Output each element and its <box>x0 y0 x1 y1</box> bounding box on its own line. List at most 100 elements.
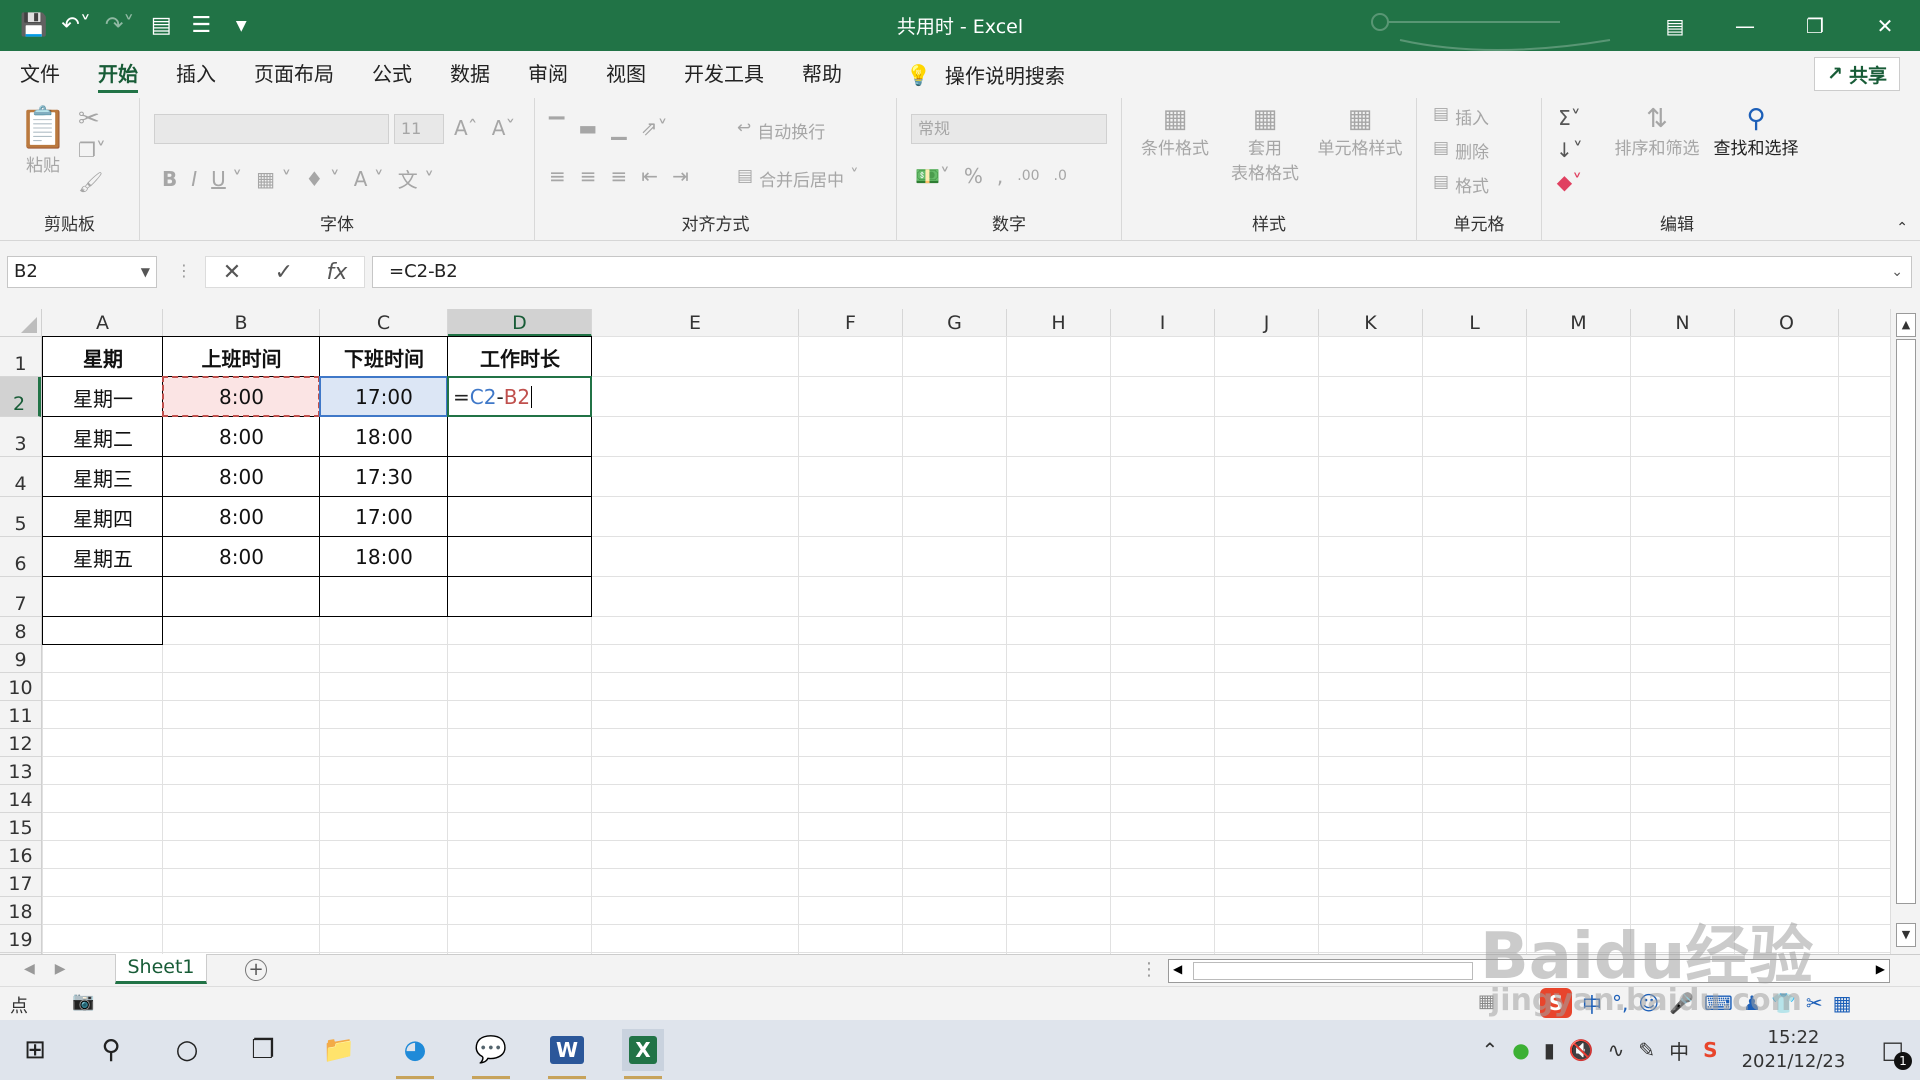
vertical-scrollbar[interactable]: ▲ ▼ <box>1890 309 1920 954</box>
wechat-tray-icon[interactable]: ● <box>1512 1038 1529 1062</box>
wifi-icon[interactable]: ∿ <box>1608 1038 1625 1062</box>
add-sheet-icon[interactable]: + <box>245 959 267 981</box>
scroll-right-icon[interactable]: ▶ <box>1876 962 1885 976</box>
align-top-icon[interactable]: ▔ <box>549 116 564 140</box>
table-cell[interactable] <box>448 417 592 457</box>
punctuation-icon[interactable]: °, <box>1612 991 1628 1015</box>
table-header-cell[interactable]: 下班时间 <box>320 337 448 377</box>
row-header-2[interactable]: 2 <box>0 377 41 417</box>
increase-indent-icon[interactable]: ⇥ <box>672 164 689 188</box>
align-icon[interactable]: ☰ <box>188 13 214 38</box>
table-cell[interactable]: 星期五 <box>43 537 163 577</box>
conditional-format-button[interactable]: ▦ 条件格式 <box>1130 104 1220 159</box>
fill-color-icon[interactable]: ♦ ˅ <box>305 167 339 191</box>
horizontal-scrollbar[interactable]: ◀ ▶ <box>1168 959 1890 983</box>
skin-icon[interactable]: 👕 <box>1771 991 1796 1015</box>
splitter-icon[interactable]: ⋮ <box>1140 959 1158 980</box>
comma-icon[interactable]: , <box>997 164 1003 188</box>
sogou-logo-icon[interactable]: S <box>1540 988 1572 1018</box>
column-header-e[interactable]: E <box>592 309 799 337</box>
ribbon-display-icon[interactable]: ▤ <box>1640 0 1710 51</box>
row-header-5[interactable]: 5 <box>0 497 41 537</box>
clear-icon[interactable]: ◆˅ <box>1557 170 1582 194</box>
save-icon[interactable]: 💾 <box>20 13 47 38</box>
horizontal-scroll-thumb[interactable] <box>1193 962 1473 980</box>
search-icon[interactable]: ⚲ <box>90 1029 132 1071</box>
paste-button[interactable]: 📋 粘贴 <box>18 104 68 176</box>
format-painter-icon[interactable]: 🖌 <box>78 170 103 194</box>
chevron-down-icon[interactable]: ▼ <box>141 257 150 287</box>
row-header-10[interactable]: 10 <box>0 673 41 701</box>
name-box[interactable]: B2 ▼ <box>7 256 157 288</box>
tab-view[interactable]: 视图 <box>606 51 646 98</box>
table-cell[interactable]: 8:00 <box>163 457 320 497</box>
row-header-12[interactable]: 12 <box>0 729 41 757</box>
autosum-icon[interactable]: Σ˅ <box>1558 106 1581 130</box>
row-header-3[interactable]: 3 <box>0 417 41 457</box>
file-explorer-icon[interactable]: 📁 <box>318 1029 360 1071</box>
column-header-n[interactable]: N <box>1631 309 1735 337</box>
row-header-19[interactable]: 19 <box>0 925 41 953</box>
windows-start-icon[interactable]: ⊞ <box>14 1029 56 1071</box>
restore-icon[interactable]: ❐ <box>1780 0 1850 51</box>
column-header-b[interactable]: B <box>163 309 320 337</box>
orientation-icon[interactable]: ⇗˅ <box>641 116 668 140</box>
tab-developer[interactable]: 开发工具 <box>684 51 764 98</box>
sort-filter-button[interactable]: ⇅ 排序和筛选 <box>1612 104 1702 159</box>
row-header-9[interactable]: 9 <box>0 645 41 673</box>
prev-sheet-icon[interactable]: ◀ <box>24 961 35 977</box>
row-header-17[interactable]: 17 <box>0 869 41 897</box>
table-cell[interactable]: 18:00 <box>320 537 448 577</box>
table-cell[interactable]: 星期二 <box>43 417 163 457</box>
row-header-6[interactable]: 6 <box>0 537 41 577</box>
scroll-up-icon[interactable]: ▲ <box>1896 313 1916 337</box>
collapse-ribbon-icon[interactable]: ⌃ <box>1896 220 1908 236</box>
row-header-18[interactable]: 18 <box>0 897 41 925</box>
keyboard-icon[interactable]: ⌨ <box>1704 991 1733 1015</box>
cut-icon[interactable]: ✂ <box>78 104 100 134</box>
user-icon[interactable]: ♟ <box>1743 991 1761 1015</box>
column-header-c[interactable]: C <box>320 309 448 337</box>
column-header-k[interactable]: K <box>1319 309 1423 337</box>
decrease-decimal-icon[interactable]: .0 <box>1054 168 1067 184</box>
column-header-l[interactable]: L <box>1423 309 1527 337</box>
fill-icon[interactable]: ↓˅ <box>1556 138 1583 162</box>
decrease-font-icon[interactable]: Aˇ <box>492 116 516 140</box>
table-cell[interactable]: 18:00 <box>320 417 448 457</box>
table-cell[interactable] <box>448 537 592 577</box>
grid-menu-icon[interactable]: ▦ <box>1833 991 1852 1015</box>
sogou-tray-icon[interactable]: S <box>1703 1038 1717 1062</box>
column-header-m[interactable]: M <box>1527 309 1631 337</box>
find-select-button[interactable]: ⚲ 查找和选择 <box>1708 104 1804 159</box>
table-header-cell[interactable]: 上班时间 <box>163 337 320 377</box>
tab-review[interactable]: 审阅 <box>528 51 568 98</box>
scroll-left-icon[interactable]: ◀ <box>1173 962 1182 976</box>
font-color-icon[interactable]: A ˅ <box>354 167 384 191</box>
tools-icon[interactable]: ✂ <box>1806 991 1823 1015</box>
border-icon[interactable]: ▦ ˅ <box>256 167 291 191</box>
insert-function-icon[interactable]: fx <box>327 260 348 285</box>
tab-home[interactable]: 开始 <box>98 51 138 98</box>
table-cell[interactable]: 星期一 <box>43 377 163 417</box>
minimize-icon[interactable]: — <box>1710 0 1780 51</box>
bold-icon[interactable]: B <box>162 167 177 191</box>
battery-icon[interactable]: ▮ <box>1544 1038 1555 1062</box>
mute-icon[interactable]: 🔇 <box>1569 1038 1594 1062</box>
close-icon[interactable]: ✕ <box>1850 0 1920 51</box>
tab-data[interactable]: 数据 <box>450 51 490 98</box>
column-header-o[interactable]: O <box>1735 309 1839 337</box>
table-cell[interactable]: 8:00 <box>163 497 320 537</box>
column-header-h[interactable]: H <box>1007 309 1111 337</box>
column-header-a[interactable]: A <box>43 309 163 337</box>
column-header-f[interactable]: F <box>799 309 903 337</box>
emoji-icon[interactable]: ☺ <box>1638 991 1659 1015</box>
clock[interactable]: 15:22 2021/12/23 <box>1742 1026 1846 1074</box>
font-name-combo[interactable] <box>154 114 389 144</box>
italic-icon[interactable]: I <box>191 167 197 191</box>
table-cell[interactable]: 8:00 <box>163 377 320 417</box>
row-header-1[interactable]: 1 <box>0 337 41 377</box>
table-cell[interactable] <box>448 497 592 537</box>
table-cell[interactable]: 17:00 <box>320 377 448 417</box>
decrease-indent-icon[interactable]: ⇤ <box>641 164 658 188</box>
edge-icon[interactable]: ◕ <box>394 1029 436 1079</box>
